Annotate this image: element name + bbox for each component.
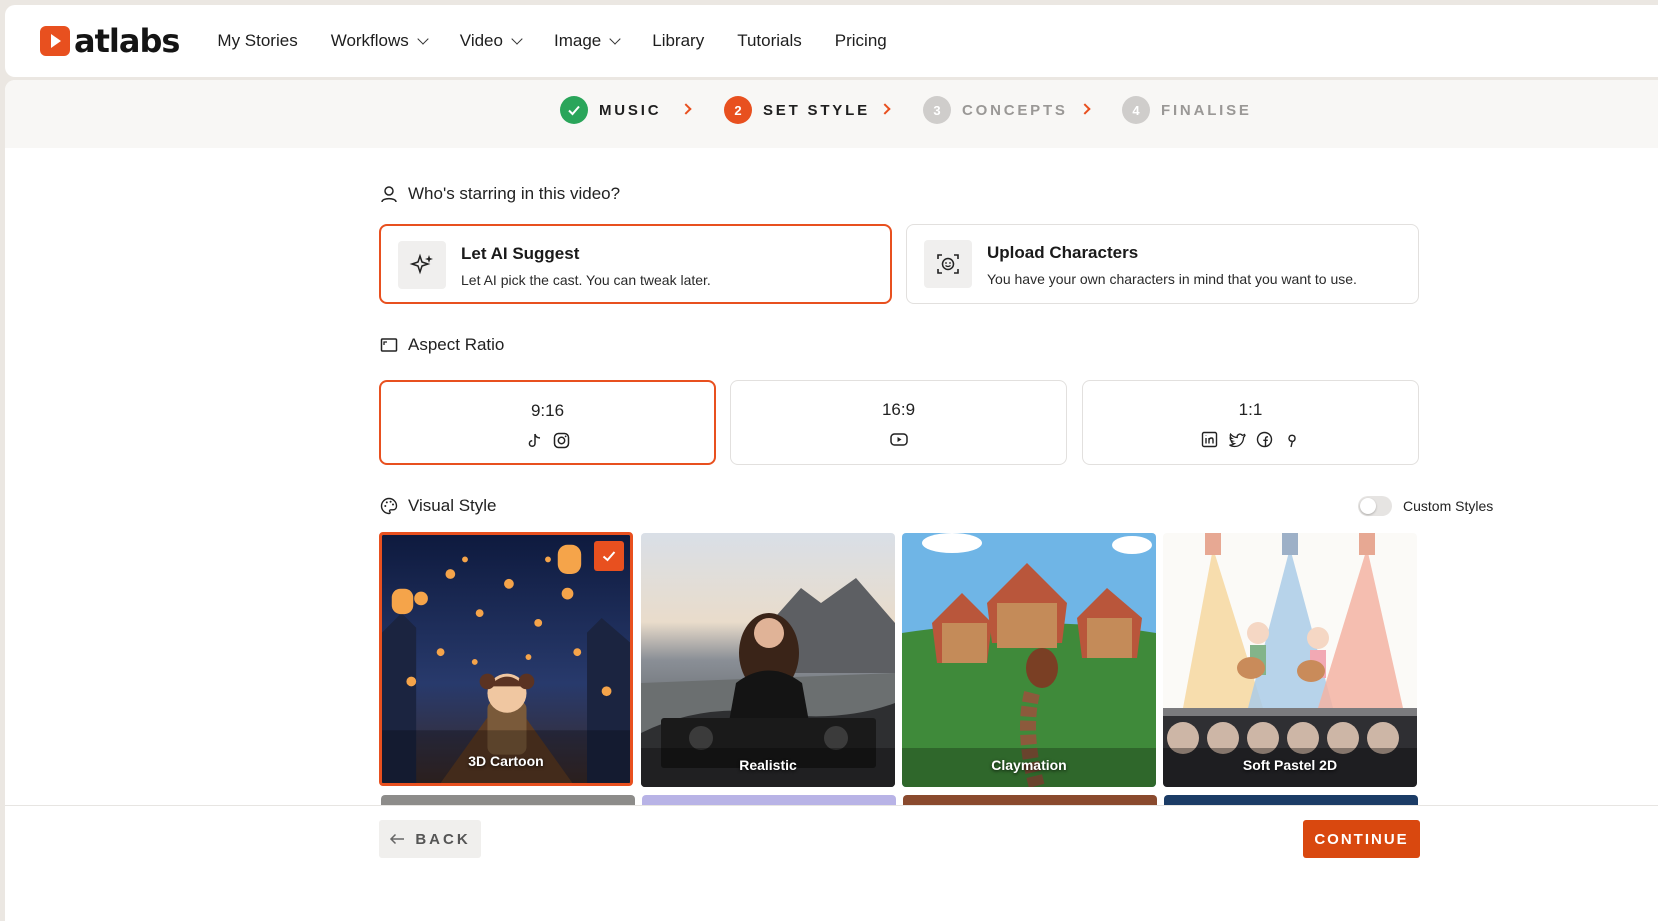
step-number: 3 [923,96,951,124]
arrow-left-icon [390,833,405,845]
aspect-option-9-16[interactable]: 9:16 [379,380,716,465]
palette-icon [380,497,398,515]
style-tile-label: 3D Cartoon [468,753,544,769]
nav-tutorials[interactable]: Tutorials [737,31,802,51]
facebook-icon [1256,431,1273,448]
step-label: SET STYLE [763,101,870,119]
chevron-down-icon [609,33,621,45]
youtube-icon [889,433,908,446]
step-number: 2 [724,96,752,124]
platform-icons [381,432,714,449]
chevron-down-icon [511,33,523,45]
chevron-right-icon [680,103,692,115]
nav-label: Video [459,31,503,50]
chevron-right-icon [879,103,891,115]
tiktok-icon [528,433,540,448]
footer-bar: BACK CONTINUE [5,805,1658,921]
section-title-text: Visual Style [408,496,497,515]
nav-library[interactable]: Library [652,31,704,51]
back-label: BACK [415,830,471,848]
step-set-style[interactable]: 2 SET STYLE [724,96,870,124]
style-tile-label: Claymation [991,757,1067,773]
logo-text: atlabs [74,22,180,60]
ratio-label: 16:9 [881,400,916,419]
nav-workflows[interactable]: Workflows [330,31,429,51]
step-label: FINALISE [1161,101,1252,119]
nav-video[interactable]: Video [459,31,523,51]
pinterest-icon [1288,434,1296,448]
atlabs-logo[interactable]: atlabs [40,22,180,60]
nav-label: My Stories [217,31,298,50]
style-preview-image [1163,533,1417,787]
style-tile-label: Realistic [739,757,797,773]
chevron-right-icon [1079,103,1091,115]
nav-label: Pricing [834,31,887,50]
nav-label: Library [652,31,705,50]
style-preview-image [902,533,1156,787]
card-description: Let AI pick the cast. You can tweak late… [461,272,711,288]
sparkles-icon [398,241,446,289]
chevron-down-icon [417,33,429,45]
nav-image[interactable]: Image [553,31,621,51]
cast-option-upload-characters[interactable]: Upload Characters You have your own char… [906,224,1419,304]
face-scan-icon [924,240,972,288]
style-tile-soft-pastel-2d[interactable]: Soft Pastel 2D [1163,533,1417,787]
step-concepts[interactable]: 3 CONCEPTS [923,96,1068,124]
continue-label: CONTINUE [1314,830,1409,848]
aspect-section-title: Aspect Ratio [380,335,504,355]
section-title-text: Who's starring in this video? [408,184,621,203]
check-icon [560,96,588,124]
style-preview-image [641,533,895,787]
style-preview-image [382,535,630,783]
step-label: CONCEPTS [962,101,1068,119]
instagram-icon [553,432,569,449]
style-tile-label: Soft Pastel 2D [1242,757,1338,773]
cast-option-ai-suggest[interactable]: Let AI Suggest Let AI pick the cast. You… [379,224,892,304]
section-title-text: Aspect Ratio [408,335,505,354]
step-finalise[interactable]: 4 FINALISE [1122,96,1252,124]
visual-style-section-title: Visual Style [380,496,497,516]
ratio-label: 1:1 [1238,400,1263,419]
continue-button[interactable]: CONTINUE [1303,820,1420,858]
aspect-option-1-1[interactable]: 1:1 [1082,380,1419,465]
card-title: Upload Characters [987,243,1139,262]
user-icon [381,186,397,203]
nav-pricing[interactable]: Pricing [835,31,887,51]
main-nav: My Stories Workflows Video Image Library… [217,31,919,51]
linkedin-icon [1201,431,1218,448]
style-tile-realistic[interactable]: Realistic [641,533,895,787]
top-nav-bar: atlabs My Stories Workflows Video Image … [5,5,1658,77]
nav-label: Tutorials [737,31,802,50]
progress-stepper: MUSIC 2 SET STYLE 3 CONCEPTS 4 FINALISE [5,80,1658,148]
platform-icons [1083,431,1418,448]
style-tile-claymation[interactable]: Claymation [902,533,1156,787]
style-tile-3d-cartoon[interactable]: 3D Cartoon [379,532,633,786]
custom-styles-label: Custom Styles [1403,498,1494,514]
selected-check-icon [594,541,624,571]
main-panel: MUSIC 2 SET STYLE 3 CONCEPTS 4 FINALISE … [5,80,1658,921]
step-music[interactable]: MUSIC [560,96,661,124]
step-number: 4 [1122,96,1150,124]
ratio-label: 9:16 [530,401,565,420]
aspect-option-16-9[interactable]: 16:9 [730,380,1067,465]
cast-section-title: Who's starring in this video? [380,184,620,204]
aspect-ratio-icon [380,338,398,352]
nav-my-stories[interactable]: My Stories [217,31,297,51]
nav-label: Workflows [330,31,409,50]
platform-icons [731,431,1066,448]
custom-styles-toggle[interactable] [1358,496,1392,516]
twitter-icon [1229,432,1246,448]
back-button[interactable]: BACK [379,820,481,858]
card-title: Let AI Suggest [461,244,580,263]
nav-label: Image [553,31,602,50]
logo-play-icon [40,26,70,56]
card-description: You have your own characters in mind tha… [987,271,1357,287]
step-label: MUSIC [599,101,662,119]
